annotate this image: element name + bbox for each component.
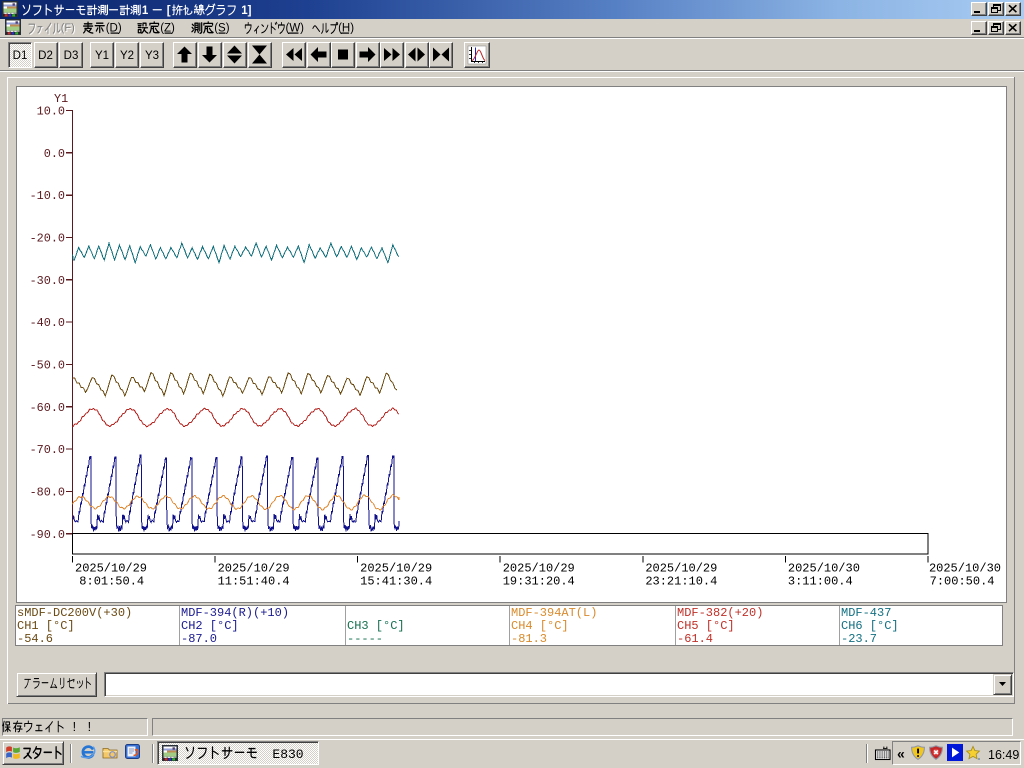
svg-text:2025/10/29: 2025/10/29	[645, 562, 717, 576]
svg-text:CH1 [°C]: CH1 [°C]	[17, 619, 75, 633]
svg-text:16:49: 16:49	[988, 748, 1019, 762]
svg-text:Y2: Y2	[120, 50, 134, 62]
svg-text:CH6 [°C]: CH6 [°C]	[841, 619, 899, 633]
svg-text:19:31:20.4: 19:31:20.4	[503, 575, 575, 589]
svg-text:-30.0: -30.0	[30, 274, 65, 288]
svg-text:-87.0: -87.0	[181, 632, 217, 646]
svg-text:7:00:50.4: 7:00:50.4	[930, 575, 995, 589]
svg-text:1: 1	[142, 5, 149, 17]
svg-text:23:21:10.4: 23:21:10.4	[645, 575, 717, 589]
svg-text:E830: E830	[272, 747, 303, 762]
svg-text:-80.0: -80.0	[30, 485, 65, 499]
svg-text:-90.0: -90.0	[30, 528, 65, 542]
svg-text:(F): (F)	[61, 22, 75, 34]
svg-text:!: !	[73, 720, 76, 734]
svg-text:1]: 1]	[241, 5, 251, 17]
svg-text:-50.0: -50.0	[30, 358, 65, 372]
svg-text:MDF-394AT(L): MDF-394AT(L)	[511, 606, 597, 620]
svg-text:2025/10/29: 2025/10/29	[75, 562, 147, 576]
svg-text:11:51:40.4: 11:51:40.4	[218, 575, 290, 589]
svg-text:-23.7: -23.7	[841, 632, 877, 646]
svg-text:-60.0: -60.0	[30, 401, 65, 415]
svg-text:Y1: Y1	[54, 92, 68, 106]
svg-text:10.0: 10.0	[37, 105, 65, 119]
svg-text:MDF-382(+20): MDF-382(+20)	[677, 606, 763, 620]
svg-text:2025/10/29: 2025/10/29	[360, 562, 432, 576]
svg-text:!: !	[88, 720, 91, 734]
svg-text:-81.3: -81.3	[511, 632, 547, 646]
svg-text:«: «	[897, 746, 905, 762]
svg-text:CH4 [°C]: CH4 [°C]	[511, 619, 569, 633]
svg-text:-70.0: -70.0	[30, 443, 65, 457]
svg-text:2025/10/29: 2025/10/29	[218, 562, 290, 576]
svg-text:-40.0: -40.0	[30, 316, 65, 330]
svg-text:2025/10/30: 2025/10/30	[788, 562, 860, 576]
svg-text:15:41:30.4: 15:41:30.4	[360, 575, 432, 589]
svg-text:2025/10/29: 2025/10/29	[503, 562, 575, 576]
svg-text:D1: D1	[13, 50, 28, 62]
svg-text:0.0: 0.0	[44, 147, 65, 161]
svg-text:MDF-394(R)(+10): MDF-394(R)(+10)	[181, 606, 289, 620]
svg-text:[: [	[167, 5, 171, 17]
svg-text:Y1: Y1	[95, 50, 109, 62]
svg-text:CH3 [°C]: CH3 [°C]	[347, 619, 405, 633]
svg-text:D2: D2	[38, 50, 53, 62]
svg-text:sMDF-DC200V(+30): sMDF-DC200V(+30)	[17, 606, 132, 620]
svg-text:-10.0: -10.0	[30, 189, 65, 203]
svg-text:-54.6: -54.6	[17, 632, 53, 646]
svg-text:Y3: Y3	[145, 50, 159, 62]
svg-text:MDF-437: MDF-437	[841, 606, 891, 620]
svg-text:3:11:00.4: 3:11:00.4	[788, 575, 853, 589]
svg-text:-61.4: -61.4	[677, 632, 713, 646]
svg-text:CH2 [°C]: CH2 [°C]	[181, 619, 239, 633]
svg-text:8:01:50.4: 8:01:50.4	[79, 575, 144, 589]
svg-text:-----: -----	[347, 632, 383, 646]
svg-text:CH5 [°C]: CH5 [°C]	[677, 619, 735, 633]
svg-text:-20.0: -20.0	[30, 231, 65, 245]
svg-text:2025/10/30: 2025/10/30	[929, 562, 1001, 576]
svg-text:D3: D3	[64, 50, 79, 62]
